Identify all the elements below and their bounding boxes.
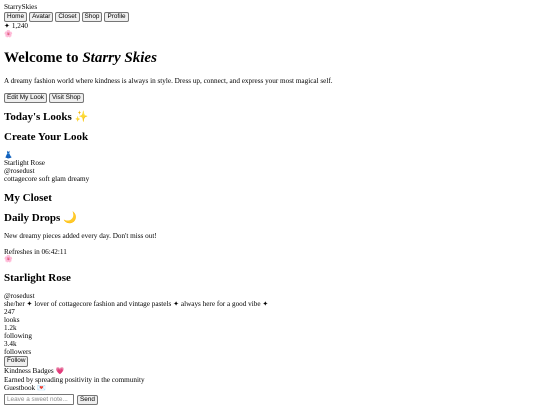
flower-icon: 🌸 [4,254,13,263]
profile-name: Starlight Rose [4,271,71,284]
create-look-heading: Create Your Look [4,131,89,144]
visit-shop-button[interactable]: Visit Shop [48,92,84,104]
love-letter-icon: 💌 [36,383,46,392]
hero-actions: Edit My Look Visit Shop [4,92,536,104]
heart-icon: 💗 [55,366,65,375]
dress-icon: 👗 [4,150,13,159]
my-closet-heading: My Closet [4,191,52,204]
edit-look-button[interactable]: Edit My Look [4,92,47,104]
following-count: 1.2k [4,324,17,333]
refresh-countdown: Refreshes in 06:42:11 [4,247,67,256]
guestbook-label: Guestbook [4,383,36,392]
following-label: following [4,332,32,341]
flower-icon: 🌸 [4,29,13,38]
look-card[interactable]: 👗 Starlight Rose @rosedust cottagecore s… [4,150,536,184]
hero-title: Welcome to Starry Skies [4,50,536,67]
look-handle[interactable]: @rosedust [4,167,536,175]
badges-description: Earned by spreading positivity in the co… [4,375,145,384]
looks-count: 247 [4,307,15,316]
profile-handle: @rosedust [4,291,35,300]
nav-profile-button[interactable]: Profile [104,12,129,23]
nav-closet-button[interactable]: Closet [55,12,80,23]
daily-drops-description: New dreamy pieces added every day. Don't… [4,231,157,240]
nav-home-button[interactable]: Home [4,12,28,23]
followers-count: 3.4k [4,340,17,349]
guestbook: Guestbook 💌 [4,384,536,393]
profile-bio: she/her ✦ lover of cottagecore fashion a… [4,299,269,308]
hero-title-prefix: Welcome to [4,50,83,67]
follow-button[interactable]: Follow [4,356,29,367]
hero-title-emphasis: Starry Skies [82,50,157,67]
guestbook-form: Send [4,394,536,405]
currency-balance: ✦ 1,240 [4,22,28,31]
nav-avatar-button[interactable]: Avatar [29,12,54,23]
daily-drops-heading: Daily Drops 🌙 [4,211,77,224]
profile-card: @rosedust she/her ✦ lover of cottagecore… [4,292,536,405]
look-tags: cottagecore soft glam dreamy [4,175,90,184]
app-title: StarrySkies [4,3,38,11]
kindness-badges-label: Kindness Badges [4,366,54,375]
look-name: Starlight Rose [4,159,45,168]
guestbook-note-input[interactable] [4,394,74,405]
looks-label: looks [4,315,20,324]
page: StarrySkies Home Avatar Closet Shop Prof… [0,0,540,405]
followers-label: followers [4,348,32,357]
hero-subtitle: A dreamy fashion world where kindness is… [4,76,333,85]
nav-shop-button[interactable]: Shop [81,12,103,23]
kindness-badges: Kindness Badges 💗 [4,367,536,376]
send-button[interactable]: Send [77,394,98,405]
todays-looks-heading: Today's Looks ✨ [4,111,89,124]
main-nav: Home Avatar Closet Shop Profile [4,12,536,23]
